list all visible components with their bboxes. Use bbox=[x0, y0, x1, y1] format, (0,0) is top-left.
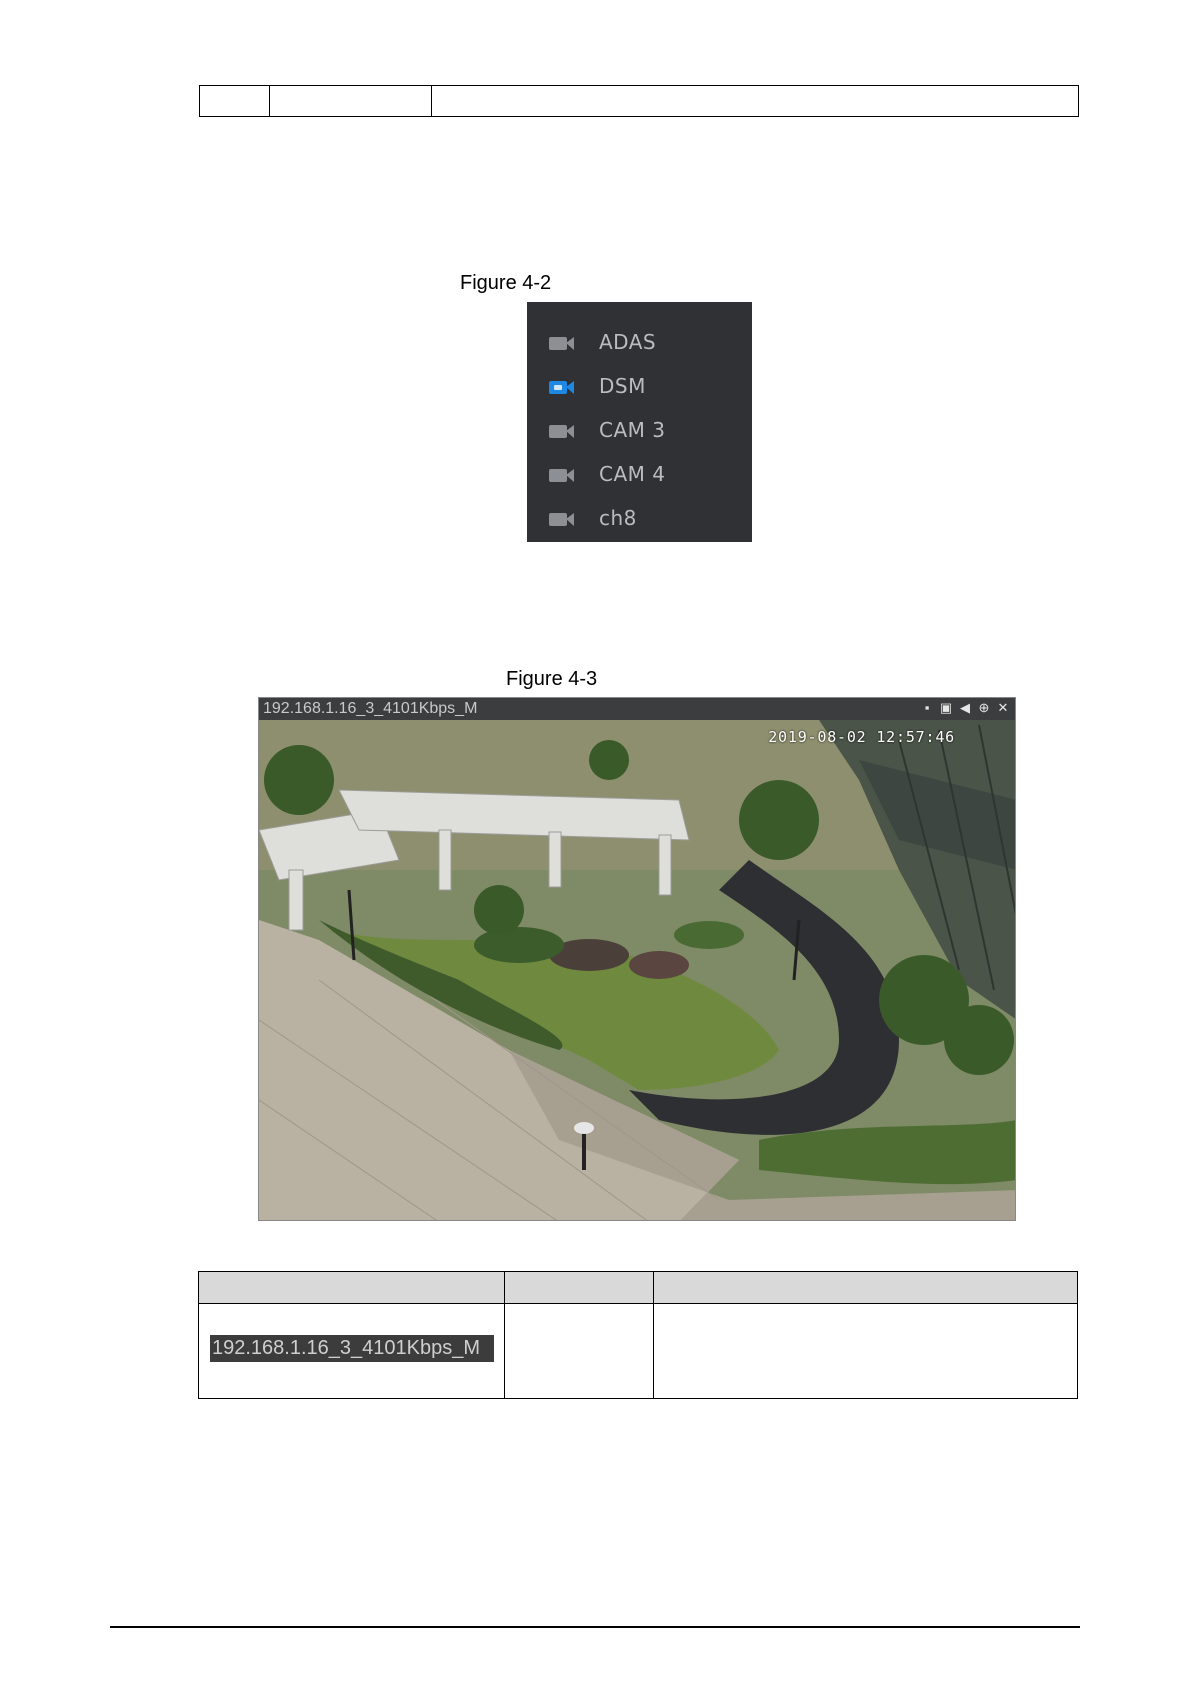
camera-label: CAM 4 bbox=[599, 462, 666, 486]
close-icon[interactable]: ✕ bbox=[995, 700, 1011, 716]
top-table-fragment bbox=[199, 85, 1079, 117]
camera-item-adas[interactable]: ADAS bbox=[527, 320, 752, 364]
video-timestamp: 2019-08-02 12:57:46 bbox=[768, 728, 955, 746]
video-stream-title: 192.168.1.16_3_4101Kbps_M bbox=[263, 700, 478, 717]
video-toolbar: ▪ ▣ ◀ ⊕ ✕ bbox=[919, 700, 1011, 716]
camera-icon bbox=[549, 464, 579, 484]
table-header-cell bbox=[504, 1271, 654, 1304]
footer-divider bbox=[110, 1626, 1080, 1628]
table-cell bbox=[200, 86, 270, 116]
figure-caption: Figure 4-2 bbox=[460, 272, 552, 294]
video-window[interactable]: 192.168.1.16_3_4101Kbps_M ▪ ▣ ◀ ⊕ ✕ 2019… bbox=[258, 697, 1016, 1221]
surveillance-scene-image bbox=[259, 720, 1015, 1220]
camera-icon bbox=[549, 508, 579, 528]
camera-item-cam3[interactable]: CAM 3 bbox=[527, 408, 752, 452]
camera-item-cam4[interactable]: CAM 4 bbox=[527, 452, 752, 496]
table-cell bbox=[432, 86, 1078, 116]
table-cell bbox=[504, 1303, 654, 1399]
camera-item-dsm[interactable]: DSM bbox=[527, 364, 752, 408]
zoom-icon[interactable]: ⊕ bbox=[976, 700, 992, 716]
camera-label: ADAS bbox=[599, 330, 657, 354]
table-header-cell bbox=[653, 1271, 1078, 1304]
camera-item-ch8[interactable]: ch8 bbox=[527, 496, 752, 540]
camera-label: DSM bbox=[599, 374, 646, 398]
camera-icon bbox=[549, 332, 579, 352]
table-header-cell bbox=[198, 1271, 505, 1304]
camera-label: CAM 3 bbox=[599, 418, 666, 442]
table-header-row bbox=[198, 1271, 1078, 1304]
camera-label: ch8 bbox=[599, 506, 637, 530]
camera-icon bbox=[549, 376, 579, 396]
video-title-bar: 192.168.1.16_3_4101Kbps_M ▪ ▣ ◀ ⊕ ✕ bbox=[259, 698, 1015, 720]
audio-icon[interactable]: ◀ bbox=[957, 700, 973, 716]
table-cell bbox=[270, 86, 432, 116]
figure-caption: Figure 4-3 bbox=[506, 668, 598, 690]
table-cell bbox=[653, 1303, 1078, 1399]
parameter-table: 192.168.1.16_3_4101Kbps_M bbox=[198, 1271, 1078, 1399]
stream-title-sample: 192.168.1.16_3_4101Kbps_M bbox=[210, 1335, 494, 1362]
snapshot-icon[interactable]: ▣ bbox=[938, 700, 954, 716]
camera-list-panel: ADAS DSM CAM 3 CAM 4 ch8 bbox=[527, 302, 752, 542]
record-icon[interactable]: ▪ bbox=[919, 700, 935, 716]
table-row: 192.168.1.16_3_4101Kbps_M bbox=[198, 1303, 1078, 1399]
camera-icon bbox=[549, 420, 579, 440]
table-cell: 192.168.1.16_3_4101Kbps_M bbox=[198, 1303, 505, 1399]
